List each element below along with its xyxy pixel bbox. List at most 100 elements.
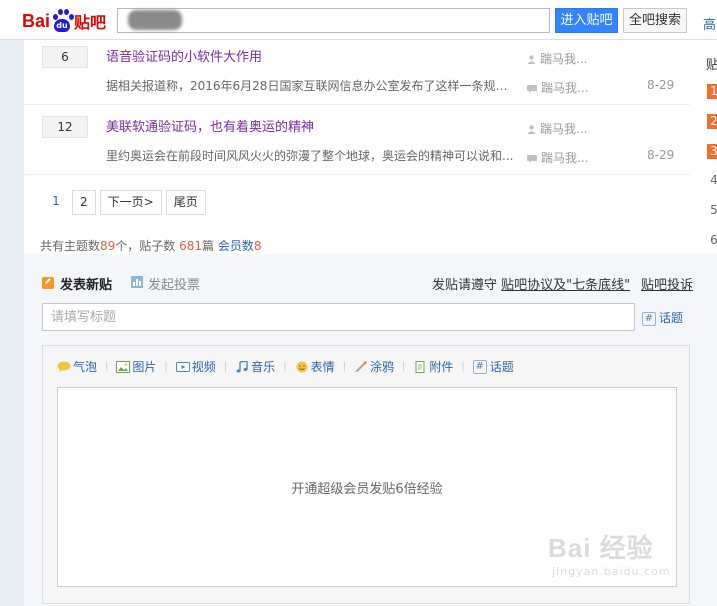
thread-row: 6 语音验证码的小软件大作用 据相关报道称，2016年6月28日国家互联网信息办… (24, 40, 690, 105)
toolbar-divider: | (283, 361, 287, 372)
editor-content-area[interactable]: 开通超级会员发贴6倍经验 (57, 387, 677, 587)
rank-badge: 1 (707, 84, 717, 99)
topic-tool[interactable]: # 话题 (472, 358, 514, 375)
post-title-input[interactable] (42, 303, 635, 331)
next-page-link[interactable]: 下一页> (99, 190, 162, 215)
reply-bubble-icon (527, 154, 537, 163)
stats-posts-unit: 篇 (202, 239, 218, 253)
reply-bubble-icon (527, 84, 537, 93)
editor-toolbar: 气泡 | 图片 | 视频 | 音乐 | 表情 | 涂鸦 | 附件 | # 话题 (57, 358, 514, 375)
smiley-icon (296, 361, 308, 372)
rank-badge: 5 (710, 203, 717, 217)
stats-topics-label: 共有主题数 (40, 239, 101, 253)
rank-badge: 6 (710, 233, 717, 247)
advanced-search-link[interactable]: 高 (703, 14, 716, 33)
reply-count: 6 (42, 46, 88, 68)
page-current[interactable]: 1 (44, 190, 68, 215)
brush-icon (354, 360, 367, 372)
enter-tieba-button[interactable]: 进入贴吧 (555, 8, 618, 33)
new-post-tab[interactable]: 发表新贴 (60, 274, 112, 293)
last-replier[interactable]: 踹马我... (527, 79, 588, 96)
picture-icon (116, 360, 131, 373)
thread-row: 12 美联软通验证码，也有着奥运的精神 里约奥运会在前段时间风风火火的弥漫了整个… (24, 110, 690, 175)
video-icon (175, 361, 190, 372)
tieba-agreement-link[interactable]: 贴吧协议及"七条底线" (501, 278, 630, 293)
attachment-tool-label: 附件 (429, 360, 454, 374)
author-name: 踹马我... (540, 122, 588, 136)
hashtag-icon: # (472, 359, 487, 374)
music-note-icon (236, 360, 248, 372)
toolbar-divider: | (342, 361, 346, 372)
sidebar-title: 贴 (706, 58, 717, 73)
topic-tool-label: 话题 (489, 360, 514, 374)
thread-author[interactable]: 踹马我... (527, 50, 587, 67)
video-tool[interactable]: 视频 (175, 358, 216, 375)
logo-text-du: du (54, 19, 71, 32)
thread-list: 6 语音验证码的小软件大作用 据相关报道称，2016年6月28日国家互联网信息办… (24, 40, 690, 254)
speech-bubble-icon (57, 361, 71, 372)
toolbar-divider: | (223, 361, 228, 372)
music-tool[interactable]: 音乐 (235, 358, 275, 375)
baidu-tieba-logo[interactable]: Bai du 贴吧 (22, 6, 106, 36)
page-2-link[interactable]: 2 (72, 190, 96, 215)
post-rules-notice: 发贴请遵守 贴吧协议及"七条底线" (432, 274, 630, 293)
user-icon (527, 125, 536, 134)
bubble-tool[interactable]: 气泡 (57, 358, 97, 375)
thread-date: 8-29 (647, 78, 675, 92)
music-tool-label: 音乐 (251, 360, 276, 374)
top-bar: Bai du 贴吧 进入贴吧 全吧搜索 高 (0, 0, 717, 40)
search-input[interactable] (117, 8, 550, 33)
logo-text-bai: Bai (22, 10, 51, 31)
reply-count: 12 (42, 116, 88, 138)
thread-author[interactable]: 踹马我... (527, 120, 587, 137)
thread-title-link[interactable]: 美联软通验证码，也有着奥运的精神 (106, 116, 314, 135)
stats-members-label[interactable]: 会员数 (218, 239, 254, 253)
rank-badge: 3 (707, 144, 717, 159)
attachment-icon (415, 360, 425, 373)
image-tool[interactable]: 图片 (116, 358, 156, 375)
search-all-button[interactable]: 全吧搜索 (623, 8, 687, 33)
start-vote-tab[interactable]: 发起投票 (148, 274, 200, 293)
edit-pencil-icon (42, 277, 54, 289)
topic-button-label: 话题 (659, 311, 684, 325)
thread-abstract: 里约奥运会在前段时间风风火火的弥漫了整个地球，奥运会的精神可以说和... (106, 149, 514, 163)
tieba-complaint-link[interactable]: 贴吧投诉 (641, 274, 693, 293)
hashtag-icon: # (642, 311, 656, 326)
emoji-tool[interactable]: 表情 (295, 358, 335, 375)
author-name: 踹马我... (540, 52, 588, 66)
last-page-link[interactable]: 尾页 (165, 190, 206, 215)
toolbar-divider: | (401, 361, 406, 372)
forum-stats: 共有主题数89个，贴子数 681篇 会员数8 (40, 237, 262, 254)
pagination: 1 2 下一页> 尾页 (44, 190, 206, 215)
thread-date: 8-29 (647, 148, 675, 162)
bubble-tool-label: 气泡 (73, 360, 98, 374)
editor-hint: 开通超级会员发贴6倍经验 (291, 482, 443, 497)
last-replier-name: 踹马我... (541, 81, 589, 95)
thread-abstract: 据相关报道称，2016年6月28日国家互联网信息办公室发布了这样一条规定... (106, 79, 516, 93)
bar-chart-icon (131, 276, 143, 288)
stats-posts-label: 个，贴子数 (115, 239, 180, 253)
doodle-tool[interactable]: 涂鸦 (354, 358, 394, 375)
image-tool-label: 图片 (132, 360, 157, 374)
stats-members-count: 8 (253, 239, 262, 253)
doodle-tool-label: 涂鸦 (369, 360, 394, 374)
rank-badge: 4 (710, 173, 717, 187)
post-rules-prefix: 发贴请遵守 (432, 278, 502, 293)
last-replier-name: 踹马我... (541, 151, 589, 165)
toolbar-divider: | (461, 361, 465, 372)
emoji-tool-label: 表情 (310, 360, 335, 374)
last-replier[interactable]: 踹马我... (527, 149, 588, 166)
hot-list-sidebar: 贴 1 2 3 4 5 6 (690, 40, 717, 254)
attachment-tool[interactable]: 附件 (413, 358, 453, 375)
stats-posts-count: 681 (179, 239, 203, 253)
topic-button[interactable]: # 话题 (642, 309, 683, 326)
toolbar-divider: | (105, 361, 109, 372)
post-editor-section: 发表新贴 发起投票 发贴请遵守 贴吧协议及"七条底线" 贴吧投诉 #话题 气泡 … (24, 254, 717, 606)
logo-text-tieba: 贴吧 (74, 13, 107, 32)
toolbar-divider: | (164, 361, 168, 372)
rich-editor: 气泡 | 图片 | 视频 | 音乐 | 表情 | 涂鸦 | 附件 | # 话题 … (42, 345, 690, 604)
rank-badge: 2 (707, 114, 717, 129)
thread-title-link[interactable]: 语音验证码的小软件大作用 (106, 46, 262, 65)
user-icon (527, 55, 536, 64)
paw-icon: du (51, 9, 75, 33)
